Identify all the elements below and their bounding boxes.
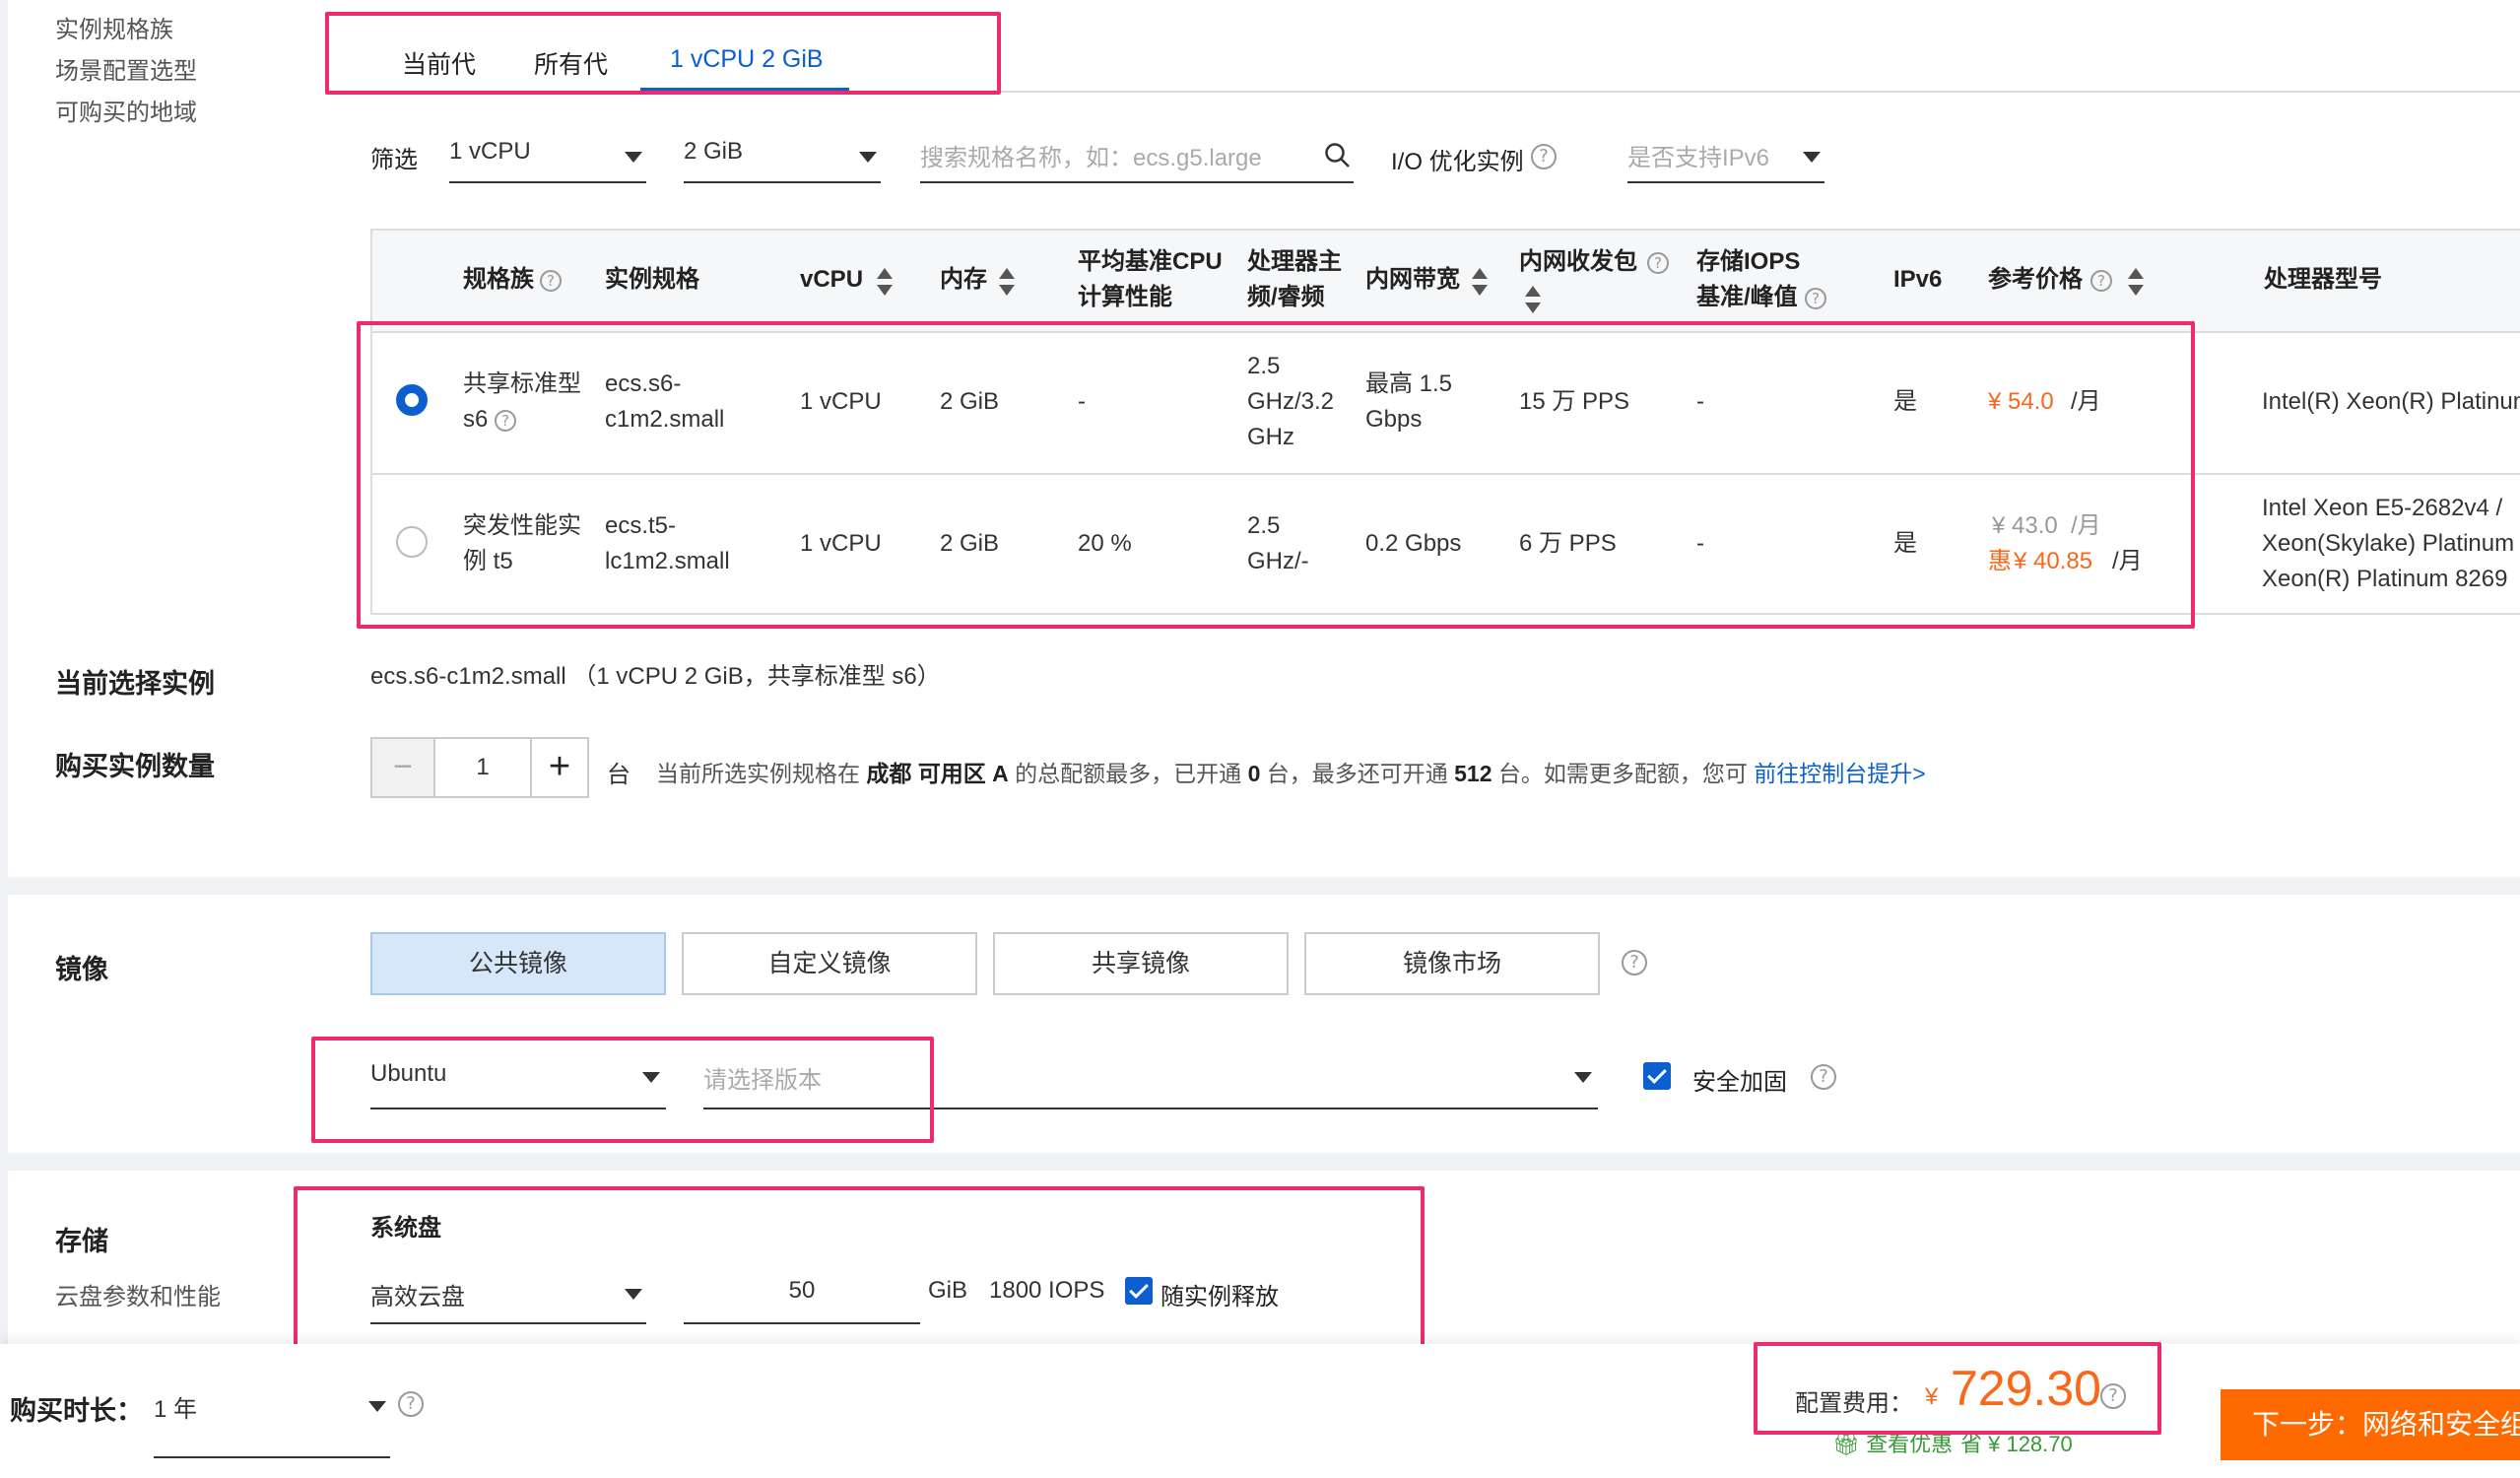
discount-link-label: 查看优惠 [1866, 1432, 1954, 1456]
section-separator [0, 877, 2520, 895]
ipv6-select[interactable]: 是否支持IPv6 [1627, 138, 1824, 183]
quota-note-text: 当前所选实例规格在 [656, 761, 860, 786]
spec-search-input[interactable]: 搜索规格名称，如：ecs.g5.large [920, 138, 1354, 183]
row-cpu-model-2: Xeon(Skylake) Platinum [2262, 530, 2515, 557]
quantity-stepper[interactable]: − 1 + [370, 737, 589, 798]
help-icon[interactable]: ? [1531, 144, 1557, 169]
quota-upgrade-link[interactable]: 前往控制台提升> [1754, 761, 1925, 786]
th-ipv6: IPv6 [1893, 266, 1943, 293]
sidebar-item-region[interactable]: 可购买的地域 [55, 93, 197, 127]
current-selection-label: 当前选择实例 [55, 669, 215, 699]
th-freq-line1: 处理器主 [1247, 248, 1342, 275]
quantity-input[interactable]: 1 [435, 739, 530, 796]
th-bandwidth: 内网带宽 [1365, 266, 1460, 293]
sort-icon[interactable] [877, 268, 893, 296]
row-cpu-model: Intel(R) Xeon(R) Platinum [2262, 388, 2520, 415]
duration-label: 购买时长： [10, 1396, 143, 1426]
chevron-down-icon [1803, 152, 1821, 163]
th-price: 参考价格 [1988, 266, 2083, 293]
quota-note-text: 的总配额最多，已开通 [1015, 761, 1242, 786]
th-memory: 内存 [940, 266, 987, 293]
next-step-button[interactable]: 下一步：网络和安全组 [2221, 1389, 2520, 1460]
duration-select[interactable]: 1 年 [154, 1389, 390, 1458]
quota-region: 成都 可用区 A [866, 761, 1009, 786]
sort-icon[interactable] [1525, 286, 1541, 313]
quota-note-text: 台，最多还可开通 [1266, 761, 1448, 786]
section-separator [0, 1153, 2520, 1171]
memory-select-value: 2 GiB [684, 138, 744, 165]
current-selection-value: ecs.s6-c1m2.small （1 vCPU 2 GiB，共享标准型 s6… [370, 663, 941, 690]
th-family: 规格族 [463, 266, 534, 293]
vcpu-select-value: 1 vCPU [449, 138, 531, 165]
filter-label: 筛选 [370, 147, 418, 173]
highlight-image-select [311, 1037, 934, 1143]
security-hardening-label: 安全加固 [1692, 1069, 1787, 1096]
highlight-cost [1754, 1342, 2161, 1435]
image-section-title: 镜像 [55, 955, 108, 984]
help-icon[interactable]: ? [540, 270, 562, 292]
th-vcpu: vCPU [800, 266, 864, 293]
quantity-unit: 台 [607, 762, 630, 788]
th-pps: 内网收发包 [1519, 248, 1637, 275]
quota-note: 当前所选实例规格在 成都 可用区 A 的总配额最多，已开通 0 台，最多还可开通… [656, 755, 1926, 788]
chevron-down-icon [1574, 1072, 1592, 1083]
vcpu-select[interactable]: 1 vCPU [449, 138, 646, 183]
quota-remaining: 512 [1454, 761, 1492, 786]
chevron-down-icon [859, 152, 877, 163]
row-cpu-model-1: Intel Xeon E5-2682v4 / [2262, 495, 2503, 521]
sidebar-item-family[interactable]: 实例规格族 [55, 10, 173, 44]
sidebar-item-scenario[interactable]: 场景配置选型 [55, 51, 197, 86]
chevron-down-icon [368, 1401, 386, 1412]
help-icon[interactable]: ? [1622, 950, 1647, 975]
row-cpu-model-3: Xeon(R) Platinum 8269 [2262, 566, 2508, 592]
chevron-down-icon [625, 152, 642, 163]
increment-button[interactable]: + [530, 739, 587, 796]
security-hardening-checkbox[interactable] [1643, 1062, 1671, 1090]
th-iops-line1: 存储IOPS [1696, 248, 1801, 275]
tab-public-image[interactable]: 公共镜像 [370, 932, 666, 995]
th-freq-line2: 频/睿频 [1247, 284, 1325, 310]
io-optimized-label: I/O 优化实例 [1391, 149, 1524, 175]
highlight-rows [357, 321, 2195, 629]
quota-opened: 0 [1247, 761, 1261, 786]
quantity-label: 购买实例数量 [55, 752, 215, 781]
th-spec: 实例规格 [605, 266, 699, 293]
highlight-tabs [325, 12, 1001, 95]
left-strip [0, 0, 8, 1478]
th-baseline-line2: 计算性能 [1078, 284, 1172, 310]
help-icon[interactable]: ? [398, 1391, 424, 1417]
storage-section-title: 存储 [55, 1227, 108, 1256]
highlight-storage [294, 1186, 1425, 1364]
tab-image-market[interactable]: 镜像市场 [1304, 932, 1600, 995]
duration-value: 1 年 [154, 1396, 198, 1423]
th-baseline-line1: 平均基准CPU [1078, 248, 1223, 275]
quota-note-text: 台。如需更多配额，您可 [1497, 761, 1748, 786]
sort-icon[interactable] [1472, 268, 1488, 296]
memory-select[interactable]: 2 GiB [684, 138, 881, 183]
help-icon[interactable]: ? [1805, 288, 1826, 309]
ipv6-select-placeholder: 是否支持IPv6 [1627, 145, 1770, 171]
tab-shared-image[interactable]: 共享镜像 [993, 932, 1289, 995]
search-icon[interactable] [1324, 142, 1352, 169]
storage-subtitle-link[interactable]: 云盘参数和性能 [55, 1277, 221, 1311]
decrement-button[interactable]: − [372, 739, 435, 796]
search-placeholder: 搜索规格名称，如：ecs.g5.large [920, 145, 1262, 171]
help-icon[interactable]: ? [2090, 270, 2112, 292]
gift-icon: 🎁︎ [1832, 1432, 1860, 1456]
tab-custom-image[interactable]: 自定义镜像 [682, 932, 977, 995]
sort-icon[interactable] [2128, 268, 2144, 296]
th-cpu-model: 处理器型号 [2264, 266, 2382, 293]
help-icon[interactable]: ? [1811, 1064, 1836, 1090]
help-icon[interactable]: ? [1647, 252, 1669, 274]
th-iops-line2: 基准/峰值 [1696, 284, 1798, 310]
sort-icon[interactable] [999, 268, 1015, 296]
